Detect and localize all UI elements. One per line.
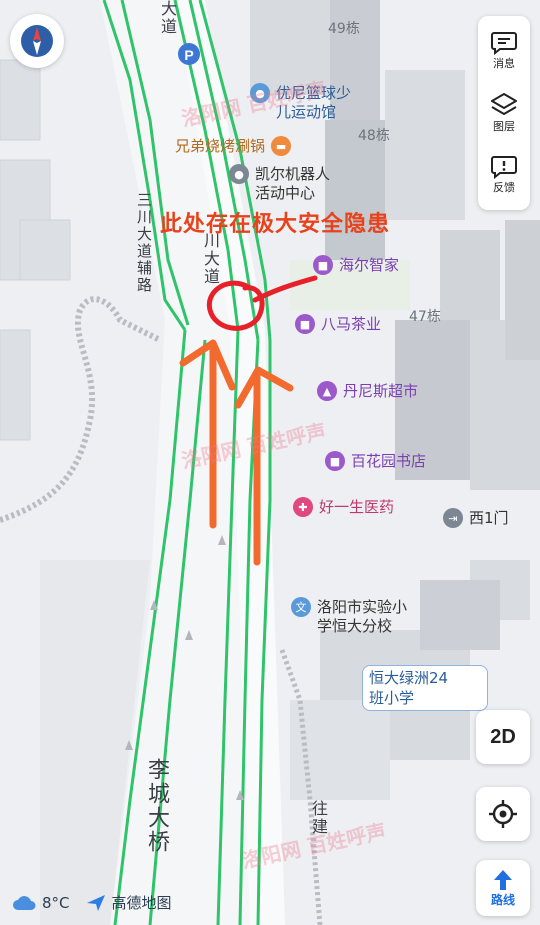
poi-xiongdi-bbq[interactable]: 兄弟烧烤涮锅 ▬ bbox=[175, 136, 292, 156]
shop-icon: ■ bbox=[325, 451, 345, 471]
shopping-bag-icon: ▲ bbox=[317, 381, 337, 401]
poi-haoyisheng-pharmacy[interactable]: ✚ 好一生医药 bbox=[293, 497, 395, 517]
locate-button[interactable] bbox=[476, 787, 530, 841]
poi-haier[interactable]: ■ 海尔智家 bbox=[313, 255, 400, 275]
school-area-label[interactable]: 恒大绿洲24 班小学 bbox=[362, 665, 488, 711]
poi-bama-tea[interactable]: ■ 八马茶业 bbox=[295, 314, 382, 334]
message-button[interactable]: 消息 bbox=[478, 20, 530, 82]
road-label-main: 川大道 bbox=[201, 232, 220, 286]
road-label-top: 大道 bbox=[158, 0, 177, 36]
pharmacy-icon: ✚ bbox=[293, 497, 313, 517]
parking-icon[interactable]: P bbox=[184, 47, 193, 63]
poi-label: 凯尔机器人 bbox=[255, 165, 331, 183]
cloud-icon bbox=[13, 895, 36, 910]
poi-label: 海尔智家 bbox=[339, 256, 400, 274]
feedback-icon bbox=[491, 156, 517, 179]
status-bar: 8°C 高德地图 bbox=[12, 892, 172, 913]
shop-icon: ■ bbox=[313, 255, 333, 275]
feedback-label: 反馈 bbox=[493, 181, 515, 194]
poi-label: 活动中心 bbox=[255, 184, 316, 202]
restaurant-icon: ▬ bbox=[271, 136, 292, 156]
building-label-48: 48栋 bbox=[358, 128, 390, 144]
message-icon bbox=[491, 32, 517, 55]
poi-dennis-supermarket[interactable]: ▲ 丹尼斯超市 bbox=[317, 381, 419, 401]
shop-icon: ■ bbox=[295, 314, 315, 334]
view-mode-label: 2D bbox=[490, 725, 516, 748]
poi-label: 丹尼斯超市 bbox=[343, 382, 419, 400]
road-label-bridge: 李城大桥 bbox=[144, 758, 169, 854]
view-mode-button[interactable]: 2D bbox=[476, 710, 530, 764]
poi-label: 洛阳市实验小 bbox=[317, 598, 408, 616]
poi-label: 西1门 bbox=[469, 509, 509, 527]
compass-icon bbox=[21, 25, 53, 57]
poi-west-gate-1[interactable]: ⇥ 西1门 bbox=[443, 508, 509, 528]
poi-baihuayuan-bookstore[interactable]: ■ 百花园书店 bbox=[325, 451, 427, 471]
compass-button[interactable] bbox=[10, 14, 64, 68]
school-icon: 文 bbox=[291, 597, 311, 617]
poi-kaier-robot[interactable]: ● 凯尔机器人 活动中心 bbox=[229, 164, 331, 203]
school-card-line2: 班小学 bbox=[369, 689, 415, 707]
building-label-47: 47栋 bbox=[409, 309, 441, 325]
poi-label: 兄弟烧烤涮锅 bbox=[175, 137, 266, 155]
route-button[interactable]: 路线 bbox=[476, 860, 530, 916]
brand-logo-text: 高德地图 bbox=[111, 894, 172, 912]
safety-warning-annotation: 此处存在极大安全隐患 bbox=[160, 211, 391, 237]
locate-icon bbox=[489, 800, 517, 828]
school-card-line1: 恒大绿洲24 bbox=[369, 669, 449, 687]
message-label: 消息 bbox=[493, 57, 515, 70]
location-icon: ● bbox=[229, 164, 249, 184]
poi-luoyang-experimental-school[interactable]: 文 洛阳市实验小 学恒大分校 bbox=[291, 597, 408, 636]
gate-icon: ⇥ bbox=[443, 508, 463, 528]
layers-label: 图层 bbox=[493, 120, 515, 133]
poi-label: 百花园书店 bbox=[351, 452, 427, 470]
layers-button[interactable]: 图层 bbox=[478, 82, 530, 144]
road-label-aux: 三川大道辅路 bbox=[135, 192, 153, 294]
poi-label: 学恒大分校 bbox=[317, 617, 393, 635]
layers-icon bbox=[491, 93, 517, 115]
temperature: 8°C bbox=[42, 893, 70, 912]
building-label-49: 49栋 bbox=[328, 21, 360, 37]
route-arrow-icon bbox=[494, 869, 512, 890]
feedback-button[interactable]: 反馈 bbox=[478, 144, 530, 206]
poi-label: 好一生医药 bbox=[319, 498, 395, 516]
route-label: 路线 bbox=[490, 892, 515, 907]
poi-label: 八马茶业 bbox=[321, 315, 382, 333]
map-toolbar: 消息 图层 反馈 bbox=[478, 16, 530, 210]
amap-logo-icon bbox=[86, 894, 105, 911]
